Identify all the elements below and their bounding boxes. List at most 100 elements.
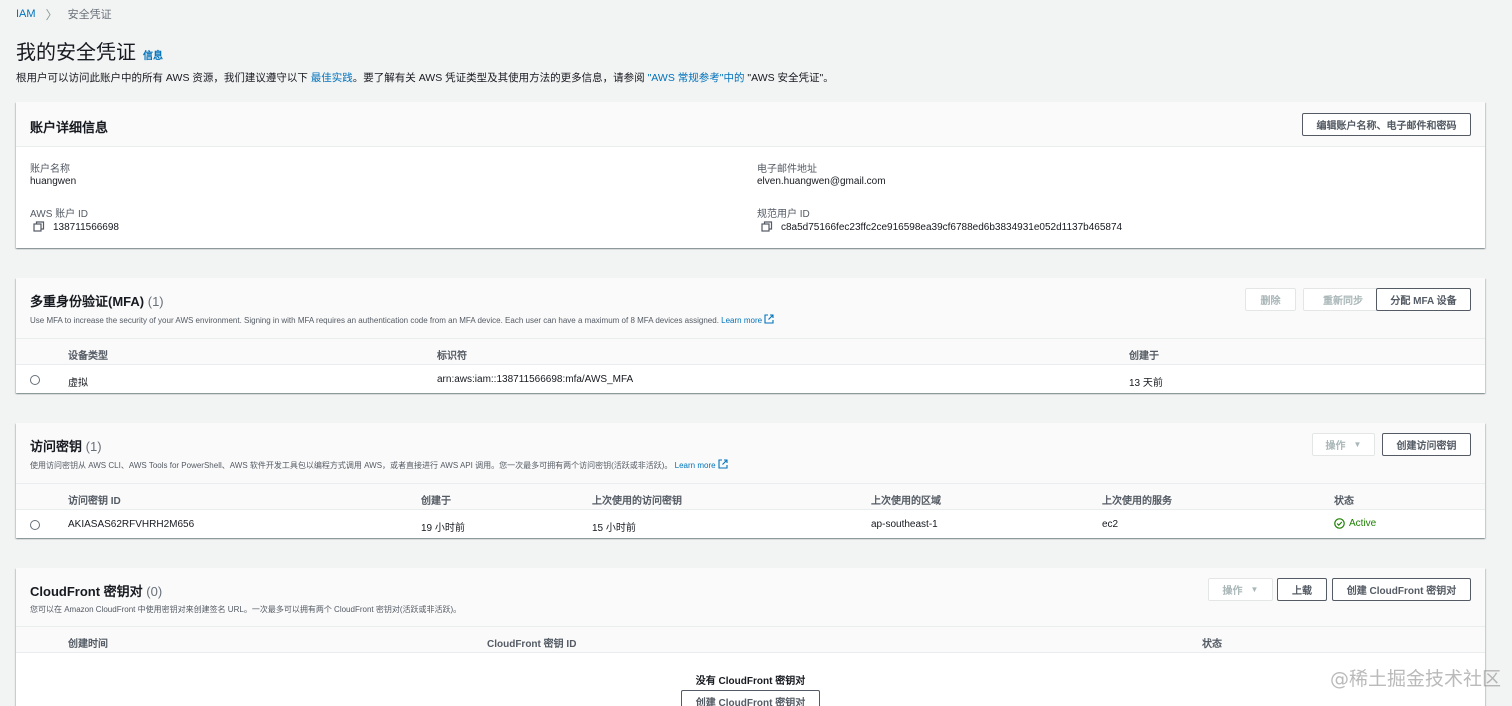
col-last-used[interactable]: 上次使用的访问密钥 xyxy=(592,492,682,507)
mfa-desc-text: Use MFA to increase the security of your… xyxy=(30,316,722,325)
col-status[interactable]: 状态 xyxy=(1334,492,1354,507)
account-name-text: huangwen xyxy=(30,176,77,187)
mfa-row-radio[interactable] xyxy=(30,375,40,385)
access-keys-count: (1) xyxy=(85,439,102,454)
account-id-value: 138711566698 xyxy=(33,221,119,233)
caret-down-icon: ▼ xyxy=(1250,585,1259,594)
cloudfront-title-text: CloudFront 密钥对 xyxy=(30,584,143,599)
access-keys-learn-more-link[interactable]: Learn more xyxy=(675,461,716,470)
col-creation-time[interactable]: 创建时间 xyxy=(68,635,108,650)
copy-icon[interactable] xyxy=(33,221,45,233)
cloudfront-actions-button[interactable]: 操作 ▼ xyxy=(1208,578,1273,601)
intro-text-3: "AWS 安全凭证"。 xyxy=(744,72,834,84)
edit-account-button[interactable]: 编辑账户名称、电子邮件和密码 xyxy=(1302,113,1471,136)
empty-create-cloudfront-button[interactable]: 创建 CloudFront 密钥对 xyxy=(681,690,820,706)
actions-label: 操作 xyxy=(1325,441,1346,452)
cloudfront-description: 您可以在 Amazon CloudFront 中使用密钥对来创建签名 URL。一… xyxy=(30,605,462,614)
create-access-key-button[interactable]: 创建访问密钥 xyxy=(1382,433,1471,456)
col-last-region[interactable]: 上次使用的区域 xyxy=(871,492,941,507)
canonical-id-text: c8a5d75166fec23ffc2ce916598ea39cf6788ed6… xyxy=(781,221,1123,233)
cloudfront-title: CloudFront 密钥对 (0) xyxy=(30,581,461,600)
mfa-title-text: 多重身份验证(MFA) xyxy=(30,294,145,309)
canonical-id-value: c8a5d75166fec23ffc2ce916598ea39cf6788ed6… xyxy=(761,221,1122,233)
col-created[interactable]: 创建于 xyxy=(421,492,451,507)
table-row[interactable]: AKIASAS62RFVHRH2M656 19 小时前 15 小时前 ap-so… xyxy=(16,511,1485,538)
breadcrumb: IAM 〉 安全凭证 xyxy=(16,7,112,22)
access-keys-title-block: 访问密钥 (1) 使用访问密钥从 AWS CLI、AWS Tools for P… xyxy=(30,436,728,471)
col-identifier[interactable]: 标识符 xyxy=(437,347,467,362)
mfa-device-type: 虚拟 xyxy=(68,378,88,389)
cloudfront-header: CloudFront 密钥对 (0) 您可以在 Amazon CloudFron… xyxy=(16,568,1485,628)
best-practices-link[interactable]: 最佳实践 xyxy=(311,72,353,84)
intro-text-1: 根用户可以访问此账户中的所有 AWS 资源，我们建议遵守以下 xyxy=(16,72,311,84)
mfa-title-block: 多重身份验证(MFA) (1) Use MFA to increase the … xyxy=(30,291,774,325)
email-value: elven.huangwen@gmail.com xyxy=(757,176,886,187)
access-keys-table-header: 访问密钥 ID 创建于 上次使用的访问密钥 上次使用的区域 上次使用的服务 状态 xyxy=(16,483,1485,510)
mfa-resync-button[interactable]: 重新同步 xyxy=(1303,288,1383,311)
col-created[interactable]: 创建于 xyxy=(1129,347,1159,362)
access-keys-description: 使用访问密钥从 AWS CLI、AWS Tools for PowerShell… xyxy=(30,459,728,471)
col-last-service[interactable]: 上次使用的服务 xyxy=(1102,492,1172,507)
upload-button[interactable]: 上载 xyxy=(1277,578,1327,601)
account-details-title: 账户详细信息 xyxy=(30,120,109,135)
empty-state-text: 没有 CloudFront 密钥对 xyxy=(695,676,806,687)
col-cloudfront-key-id[interactable]: CloudFront 密钥 ID xyxy=(487,635,576,650)
account-details-header: 账户详细信息 编辑账户名称、电子邮件和密码 xyxy=(16,102,1485,147)
create-cloudfront-keypair-button[interactable]: 创建 CloudFront 密钥对 xyxy=(1332,578,1471,601)
external-link-icon xyxy=(718,459,728,469)
watermark: @稀土掘金技术社区 xyxy=(1330,668,1502,690)
status-badge: Active xyxy=(1334,518,1376,529)
access-key-region: ap-southeast-1 xyxy=(871,519,938,530)
general-reference-link[interactable]: "AWS 常规参考"中的 xyxy=(648,72,745,84)
cloudfront-panel: CloudFront 密钥对 (0) 您可以在 Amazon CloudFron… xyxy=(16,568,1485,706)
mfa-header: 多重身份验证(MFA) (1) Use MFA to increase the … xyxy=(16,278,1485,338)
page-intro: 根用户可以访问此账户中的所有 AWS 资源，我们建议遵守以下 最佳实践。要了解有… xyxy=(16,70,834,85)
account-name-value: huangwen xyxy=(30,176,76,187)
mfa-created: 13 天前 xyxy=(1129,378,1163,389)
account-details-panel: 账户详细信息 编辑账户名称、电子邮件和密码 账户名称 huangwen 电子邮件… xyxy=(16,102,1485,248)
account-id-label: AWS 账户 ID xyxy=(30,209,88,220)
caret-down-icon: ▼ xyxy=(1353,440,1362,449)
mfa-learn-more-link[interactable]: Learn more xyxy=(721,316,762,325)
mfa-table-header: 设备类型 标识符 创建于 xyxy=(16,338,1485,365)
col-status[interactable]: 状态 xyxy=(1202,635,1222,650)
status-text: Active xyxy=(1349,518,1377,529)
assign-mfa-button[interactable]: 分配 MFA 设备 xyxy=(1376,288,1471,311)
mfa-delete-button[interactable]: 删除 xyxy=(1245,288,1296,311)
chevron-right-icon: 〉 xyxy=(45,7,58,22)
access-keys-panel: 访问密钥 (1) 使用访问密钥从 AWS CLI、AWS Tools for P… xyxy=(16,423,1485,538)
check-circle-icon xyxy=(1334,518,1345,529)
access-keys-actions-button[interactable]: 操作 ▼ xyxy=(1312,433,1375,456)
info-link[interactable]: 信息 xyxy=(143,47,163,62)
cloudfront-title-block: CloudFront 密钥对 (0) 您可以在 Amazon CloudFron… xyxy=(30,581,461,615)
external-link-icon xyxy=(764,314,774,324)
access-keys-title: 访问密钥 (1) xyxy=(30,436,728,455)
canonical-id-label: 规范用户 ID xyxy=(757,209,810,220)
access-key-row-radio[interactable] xyxy=(30,520,40,530)
actions-label: 操作 xyxy=(1222,586,1243,597)
intro-text-2: 。要了解有关 AWS 凭证类型及其使用方法的更多信息，请参阅 xyxy=(352,72,648,84)
mfa-description: Use MFA to increase the security of your… xyxy=(30,314,774,325)
mfa-identifier: arn:aws:iam::138711566698:mfa/AWS_MFA xyxy=(437,374,634,385)
copy-icon[interactable] xyxy=(761,221,773,233)
access-key-service: ec2 xyxy=(1102,519,1119,530)
col-access-key-id[interactable]: 访问密钥 ID xyxy=(68,492,121,507)
col-device-type[interactable]: 设备类型 xyxy=(68,347,108,362)
account-name-label: 账户名称 xyxy=(30,164,70,175)
access-key-last-used: 15 小时前 xyxy=(592,523,636,534)
access-key-created: 19 小时前 xyxy=(421,523,465,534)
mfa-panel: 多重身份验证(MFA) (1) Use MFA to increase the … xyxy=(16,278,1485,393)
table-row[interactable]: 虚拟 arn:aws:iam::138711566698:mfa/AWS_MFA… xyxy=(16,366,1485,393)
breadcrumb-iam-link[interactable]: IAM xyxy=(16,8,36,20)
breadcrumb-current: 安全凭证 xyxy=(67,9,112,21)
account-id-text: 138711566698 xyxy=(53,221,119,233)
mfa-count: (1) xyxy=(147,294,164,309)
email-text: elven.huangwen@gmail.com xyxy=(757,176,886,187)
mfa-title: 多重身份验证(MFA) (1) xyxy=(30,291,774,310)
page-header: 我的安全凭证 信息 xyxy=(16,36,163,65)
access-keys-desc-text: 使用访问密钥从 AWS CLI、AWS Tools for PowerShell… xyxy=(30,461,675,470)
email-label: 电子邮件地址 xyxy=(757,164,817,175)
access-keys-title-text: 访问密钥 xyxy=(30,439,83,454)
page-title: 我的安全凭证 xyxy=(16,42,136,64)
access-key-id: AKIASAS62RFVHRH2M656 xyxy=(68,519,195,530)
